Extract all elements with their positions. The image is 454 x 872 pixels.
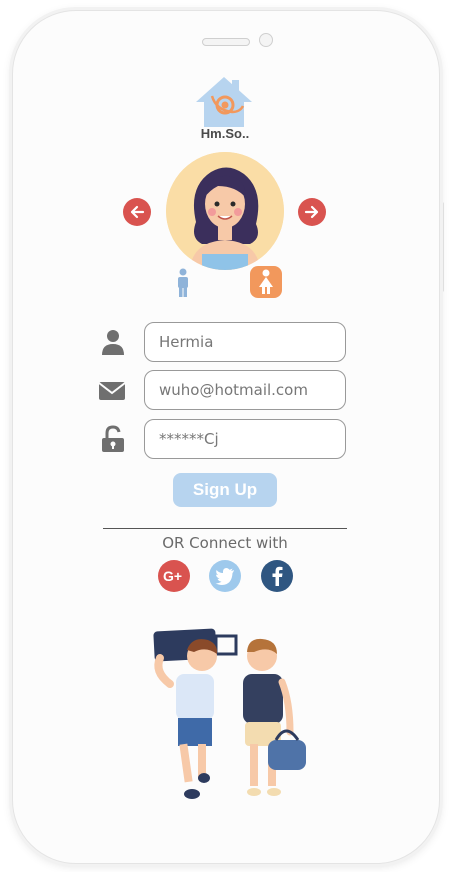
gender-male-button[interactable]: [173, 268, 193, 298]
brand-name: Hm.So..: [200, 126, 250, 141]
divider: [103, 528, 347, 529]
signup-button[interactable]: Sign Up: [173, 473, 277, 507]
female-icon: [259, 269, 273, 294]
user-icon: [102, 330, 124, 355]
google-plus-button[interactable]: G+: [158, 560, 190, 592]
arrow-right-icon: [304, 205, 319, 219]
twitter-bird-icon: [215, 568, 234, 585]
svg-text:G+: G+: [163, 568, 182, 584]
gender-female-button[interactable]: [250, 266, 282, 298]
arrow-left-icon: [130, 205, 145, 219]
avatar-next-button[interactable]: [298, 198, 326, 226]
password-field[interactable]: [144, 419, 346, 459]
facebook-button[interactable]: [261, 560, 293, 592]
profile-avatar: [166, 152, 284, 270]
phone-speaker: [202, 38, 250, 46]
house-logo-icon: [196, 77, 252, 127]
male-icon: [178, 268, 188, 297]
avatar-previous-button[interactable]: [123, 198, 151, 226]
email-field[interactable]: [144, 370, 346, 410]
facebook-icon: [272, 566, 283, 586]
phone-camera: [259, 33, 273, 47]
name-field[interactable]: [144, 322, 346, 362]
twitter-button[interactable]: [209, 560, 241, 592]
unlock-icon: [102, 425, 124, 452]
kids-illustration: [153, 628, 306, 799]
envelope-icon: [98, 382, 126, 400]
connect-label: OR Connect with: [162, 534, 288, 552]
woman-avatar-icon: [166, 152, 284, 270]
google-plus-icon: G+: [163, 568, 182, 584]
